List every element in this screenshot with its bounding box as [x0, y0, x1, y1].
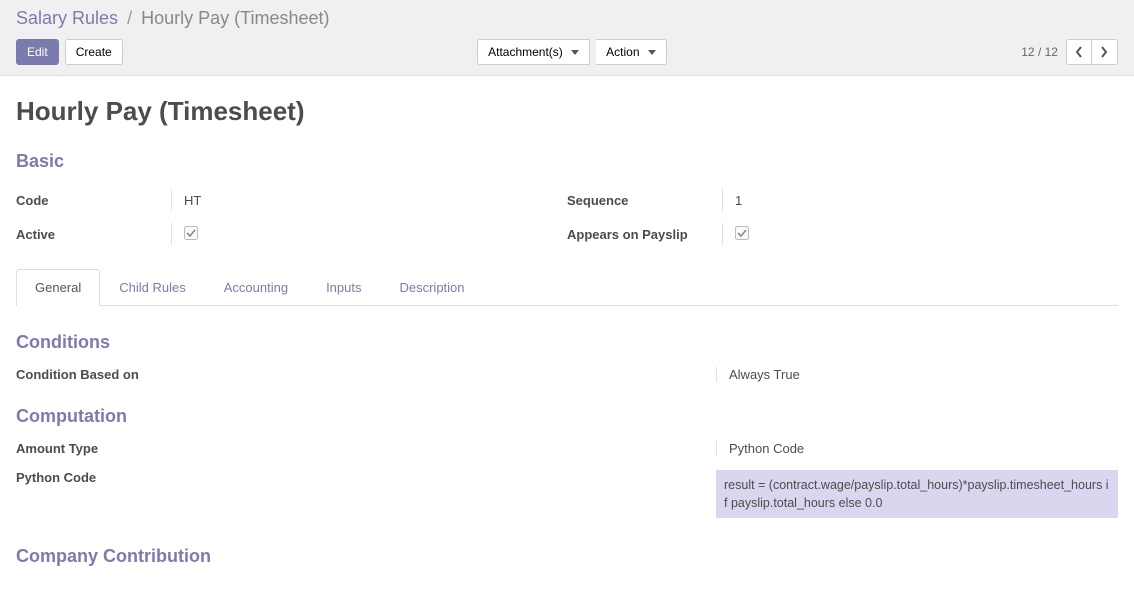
form-sheet: Hourly Pay (Timesheet) Basic Code HT Seq… — [0, 76, 1134, 601]
breadcrumb: Salary Rules / Hourly Pay (Timesheet) — [16, 8, 1118, 29]
caret-down-icon — [648, 50, 656, 55]
pager-prev-button[interactable] — [1066, 39, 1092, 65]
tab-accounting[interactable]: Accounting — [205, 269, 307, 306]
value-sequence: 1 — [722, 189, 1118, 211]
breadcrumb-root-link[interactable]: Salary Rules — [16, 8, 118, 28]
attachments-dropdown[interactable]: Attachment(s) — [477, 39, 590, 65]
pager-current: 12 — [1021, 45, 1034, 59]
pager-sep: / — [1035, 45, 1045, 59]
label-python-code: Python Code — [16, 470, 716, 518]
value-condition-based-on: Always True — [716, 367, 1118, 382]
label-amount-type: Amount Type — [16, 441, 716, 456]
tab-pane-general: Conditions Condition Based on Always Tru… — [16, 306, 1118, 567]
tabs: General Child Rules Accounting Inputs De… — [16, 268, 1118, 306]
section-conditions-heading: Conditions — [16, 332, 1118, 353]
label-appears-on-payslip: Appears on Payslip — [567, 227, 722, 242]
action-dropdown[interactable]: Action — [596, 39, 667, 65]
value-python-code: result = (contract.wage/payslip.total_ho… — [716, 470, 1118, 518]
label-sequence: Sequence — [567, 193, 722, 208]
tab-child-rules[interactable]: Child Rules — [100, 269, 204, 306]
value-code: HT — [171, 189, 567, 211]
label-condition-based-on: Condition Based on — [16, 367, 716, 382]
tab-description[interactable]: Description — [380, 269, 483, 306]
label-code: Code — [16, 193, 171, 208]
tab-inputs[interactable]: Inputs — [307, 269, 380, 306]
breadcrumb-current: Hourly Pay (Timesheet) — [141, 8, 329, 28]
checkbox-appears-on-payslip — [735, 226, 749, 243]
chevron-left-icon — [1075, 46, 1083, 58]
attachments-label: Attachment(s) — [488, 45, 563, 59]
caret-down-icon — [571, 50, 579, 55]
edit-button[interactable]: Edit — [16, 39, 59, 65]
checkbox-checked-icon — [184, 226, 198, 240]
checkbox-active — [184, 226, 198, 243]
tab-general[interactable]: General — [16, 269, 100, 306]
pager-next-button[interactable] — [1092, 39, 1118, 65]
label-active: Active — [16, 227, 171, 242]
record-title: Hourly Pay (Timesheet) — [16, 96, 1118, 127]
checkbox-checked-icon — [735, 226, 749, 240]
pager-total: 12 — [1045, 45, 1058, 59]
control-panel: Salary Rules / Hourly Pay (Timesheet) Ed… — [0, 0, 1134, 76]
toolbar-center: Attachment(s) Action — [477, 39, 667, 65]
chevron-right-icon — [1100, 46, 1108, 58]
pager-count: 12 / 12 — [1021, 45, 1058, 59]
action-label: Action — [606, 45, 639, 59]
breadcrumb-separator: / — [127, 8, 132, 28]
section-basic-heading: Basic — [16, 151, 1118, 172]
section-company-contribution-heading: Company Contribution — [16, 546, 1118, 567]
pager: 12 / 12 — [1021, 39, 1118, 65]
toolbar: Edit Create Attachment(s) Action 12 / 12 — [16, 39, 1118, 65]
create-button[interactable]: Create — [65, 39, 123, 65]
section-computation-heading: Computation — [16, 406, 1118, 427]
value-amount-type: Python Code — [716, 441, 1118, 456]
